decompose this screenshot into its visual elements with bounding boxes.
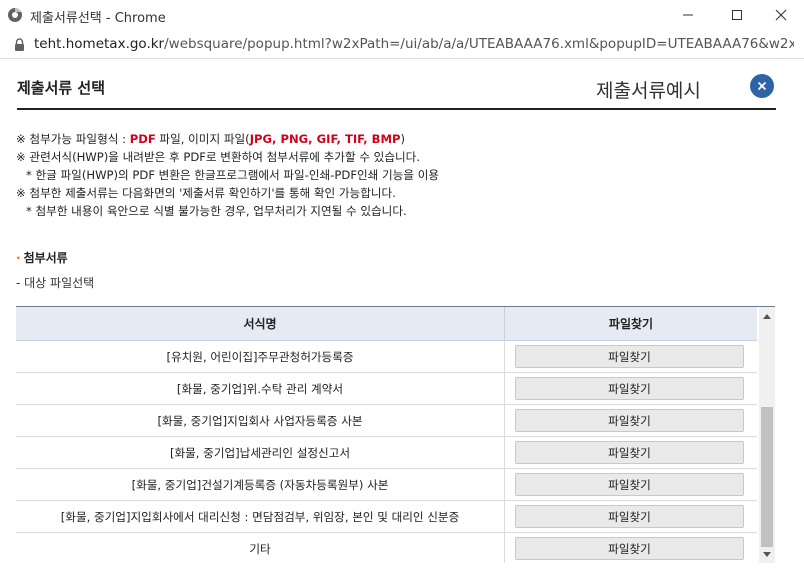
minimize-button[interactable] — [665, 0, 711, 30]
find-file-button[interactable]: 파일찾기 — [515, 377, 744, 400]
minimize-icon — [683, 14, 693, 16]
url-text[interactable]: teht.hometax.go.kr/websquare/popup.html?… — [34, 36, 794, 52]
maximize-icon — [732, 10, 742, 20]
find-file-button[interactable]: 파일찾기 — [515, 505, 744, 528]
table-row: [화물, 중기업]지입회사 사업자등록증 사본 파일찾기 — [16, 405, 757, 437]
header-divider — [17, 108, 776, 110]
notice-hwp-convert: ※ 관련서식(HWP)을 내려받은 후 PDF로 변환하여 첨부서류에 추가할 … — [16, 150, 421, 164]
chrome-globe-icon — [7, 7, 23, 23]
notice-confirm: ※ 첨부한 제출서류는 다음화면의 '제출서류 확인하기'를 통해 확인 가능합… — [16, 186, 396, 200]
notice-format-types: JPG, PNG, GIF, TIF, BMP — [249, 132, 401, 146]
address-bar[interactable]: teht.hometax.go.kr/websquare/popup.html?… — [0, 30, 804, 58]
table-row: [화물, 중기업]위.수탁 관리 계약서 파일찾기 — [16, 373, 757, 405]
table-row: [유치원, 어린이집]주무관청허가등록증 파일찾기 — [16, 341, 757, 373]
popup-title: 제출서류 선택 — [17, 79, 106, 97]
form-name-cell: [화물, 중기업]건설기계등록증 (자동차등록원부) 사본 — [16, 469, 505, 500]
notice-format-suffix: ) — [400, 132, 406, 146]
notice-block: ※ 첨부가능 파일형식 : PDF 파일, 이미지 파일(JPG, PNG, G… — [16, 130, 439, 220]
maximize-button[interactable] — [714, 0, 760, 30]
notice-format-mid: 파일, 이미지 파일( — [155, 132, 250, 146]
form-name-cell: [화물, 중기업]납세관리인 설정신고서 — [16, 437, 505, 468]
window-titlebar: 제출서류선택 - Chrome — [0, 0, 804, 30]
scroll-down-icon[interactable] — [763, 552, 771, 557]
find-file-button[interactable]: 파일찾기 — [515, 441, 744, 464]
url-path: /websquare/popup.html?w2xPath=/ui/ab/a/a… — [164, 36, 794, 52]
document-grid: 서식명 파일찾기 [유치원, 어린이집]주무관청허가등록증 파일찾기 [화물, … — [16, 306, 775, 563]
window-close-button[interactable] — [758, 0, 804, 30]
form-name-cell: [화물, 중기업]지입회사에서 대리신청 : 면담점검부, 위임장, 본인 및 … — [16, 501, 505, 532]
form-name-cell: [화물, 중기업]위.수탁 관리 계약서 — [16, 373, 505, 404]
lock-icon — [14, 37, 25, 56]
section-title-text: 첨부서류 — [23, 251, 68, 265]
example-documents-link[interactable]: 제출서류예시 — [596, 76, 701, 103]
header-file-find: 파일찾기 — [608, 317, 654, 331]
notice-file-formats: ※ 첨부가능 파일형식 : PDF 파일, 이미지 파일(JPG, PNG, G… — [16, 130, 439, 148]
section-title: · 첨부서류 — [16, 249, 68, 266]
notice-format-prefix: ※ 첨부가능 파일형식 : — [16, 132, 130, 146]
notice-hwp-howto: * 한글 파일(HWP)의 PDF 변환은 한글프로그램에서 파일-인쇄-PDF… — [26, 168, 440, 182]
window-title: 제출서류선택 - Chrome — [30, 11, 166, 26]
table-row: [화물, 중기업]지입회사에서 대리신청 : 면담점검부, 위임장, 본인 및 … — [16, 501, 757, 533]
scroll-up-icon[interactable] — [763, 314, 771, 319]
chrome-divider — [0, 58, 804, 59]
notice-format-pdf: PDF — [129, 132, 156, 146]
grid-scrollbar[interactable] — [759, 307, 775, 563]
scroll-thumb[interactable] — [761, 407, 773, 547]
find-file-button[interactable]: 파일찾기 — [515, 473, 744, 496]
section-bullet-icon: · — [16, 251, 21, 265]
popup-close-button[interactable] — [750, 74, 774, 98]
table-row: 기타 파일찾기 — [16, 533, 757, 563]
close-icon — [757, 81, 767, 91]
header-form-name: 서식명 — [16, 307, 505, 340]
window-close-icon — [775, 9, 787, 21]
target-file-label: - 대상 파일선택 — [16, 276, 95, 290]
table-row: [화물, 중기업]납세관리인 설정신고서 파일찾기 — [16, 437, 757, 469]
form-name-cell: [유치원, 어린이집]주무관청허가등록증 — [16, 341, 505, 372]
table-row: [화물, 중기업]건설기계등록증 (자동차등록원부) 사본 파일찾기 — [16, 469, 757, 501]
find-file-button[interactable]: 파일찾기 — [515, 537, 744, 560]
form-name-cell: [화물, 중기업]지입회사 사업자등록증 사본 — [16, 405, 505, 436]
grid-header: 서식명 파일찾기 — [16, 307, 757, 341]
find-file-button[interactable]: 파일찾기 — [515, 409, 744, 432]
find-file-button[interactable]: 파일찾기 — [515, 345, 744, 368]
url-host: teht.hometax.go.kr — [34, 36, 165, 52]
grid-body: [유치원, 어린이집]주무관청허가등록증 파일찾기 [화물, 중기업]위.수탁 … — [16, 341, 757, 563]
notice-delay: * 첨부한 내용이 육안으로 식별 불가능한 경우, 업무처리가 지연될 수 있… — [26, 204, 407, 218]
form-name-cell: 기타 — [16, 533, 505, 563]
